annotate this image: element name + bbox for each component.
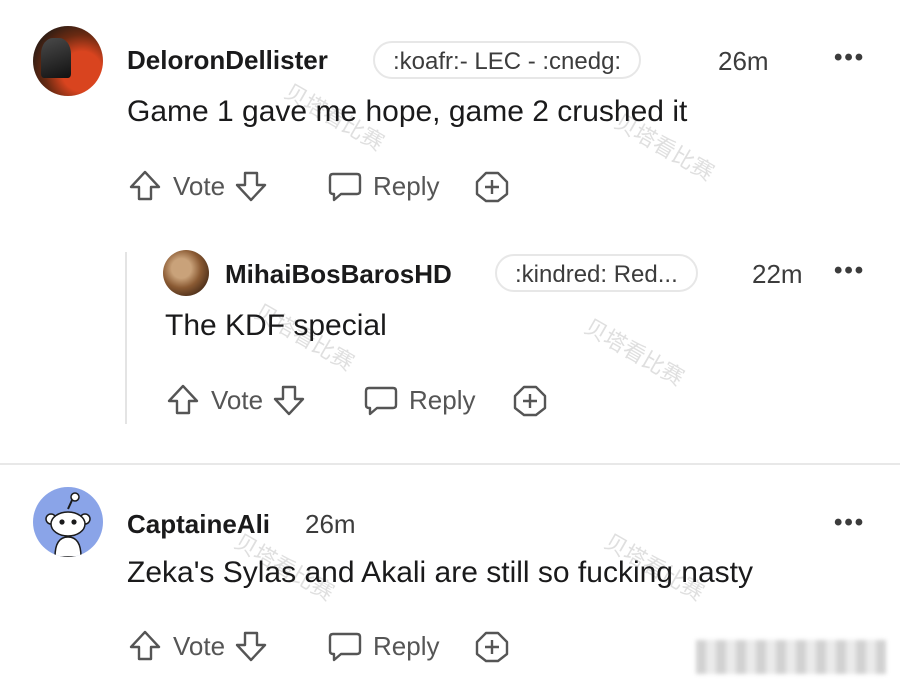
vote-control: Vote [165,382,307,418]
more-options-icon[interactable]: ••• [834,257,865,285]
avatar[interactable] [33,487,103,557]
vote-control: Vote [127,168,269,204]
arrow-up-icon[interactable] [127,168,163,204]
thread-line[interactable] [125,252,127,424]
award-button[interactable] [512,382,548,418]
snoo-icon [45,492,91,557]
comment-username[interactable]: DeloronDellister [127,45,328,76]
avatar[interactable] [163,250,209,296]
comment-timestamp[interactable]: 26m [305,509,356,540]
arrow-down-icon[interactable] [271,382,307,418]
plus-circle-icon [512,382,548,418]
more-options-icon[interactable]: ••• [834,44,865,72]
reply-label: Reply [409,384,476,415]
user-flair: :kindred: Red... [495,254,698,292]
speech-bubble-icon [363,382,399,418]
award-button[interactable] [474,168,510,204]
blurred-watermark [696,640,886,674]
comment-body: The KDF special [165,309,387,342]
speech-bubble-icon [327,168,363,204]
comment-timestamp[interactable]: 26m [718,46,769,77]
reply-label: Reply [373,630,440,661]
avatar[interactable] [33,26,103,96]
comment-body: Zeka's Sylas and Akali are still so fuck… [127,556,754,589]
arrow-up-icon[interactable] [165,382,201,418]
comment-username[interactable]: CaptaineAli [127,509,270,540]
vote-label: Vote [211,384,264,415]
more-options-icon[interactable]: ••• [834,509,865,537]
vote-label: Vote [173,630,226,661]
arrow-down-icon[interactable] [233,628,269,664]
reply-button[interactable]: Reply [363,382,475,418]
vote-label: Vote [173,170,226,201]
plus-circle-icon [474,628,510,664]
comment-timestamp[interactable]: 22m [752,259,803,290]
plus-circle-icon [474,168,510,204]
divider [0,463,900,465]
award-button[interactable] [474,628,510,664]
user-flair: :koafr:- LEC - :cnedg: [373,41,642,79]
arrow-down-icon[interactable] [233,168,269,204]
speech-bubble-icon [327,628,363,664]
comment-body: Game 1 gave me hope, game 2 crushed it [127,95,688,128]
reply-button[interactable]: Reply [327,168,439,204]
comment-username[interactable]: MihaiBosBarosHD [225,259,452,290]
vote-control: Vote [127,628,269,664]
watermark: 贝塔看比赛 [580,313,689,391]
arrow-up-icon[interactable] [127,628,163,664]
reply-label: Reply [373,170,440,201]
reply-button[interactable]: Reply [327,628,439,664]
